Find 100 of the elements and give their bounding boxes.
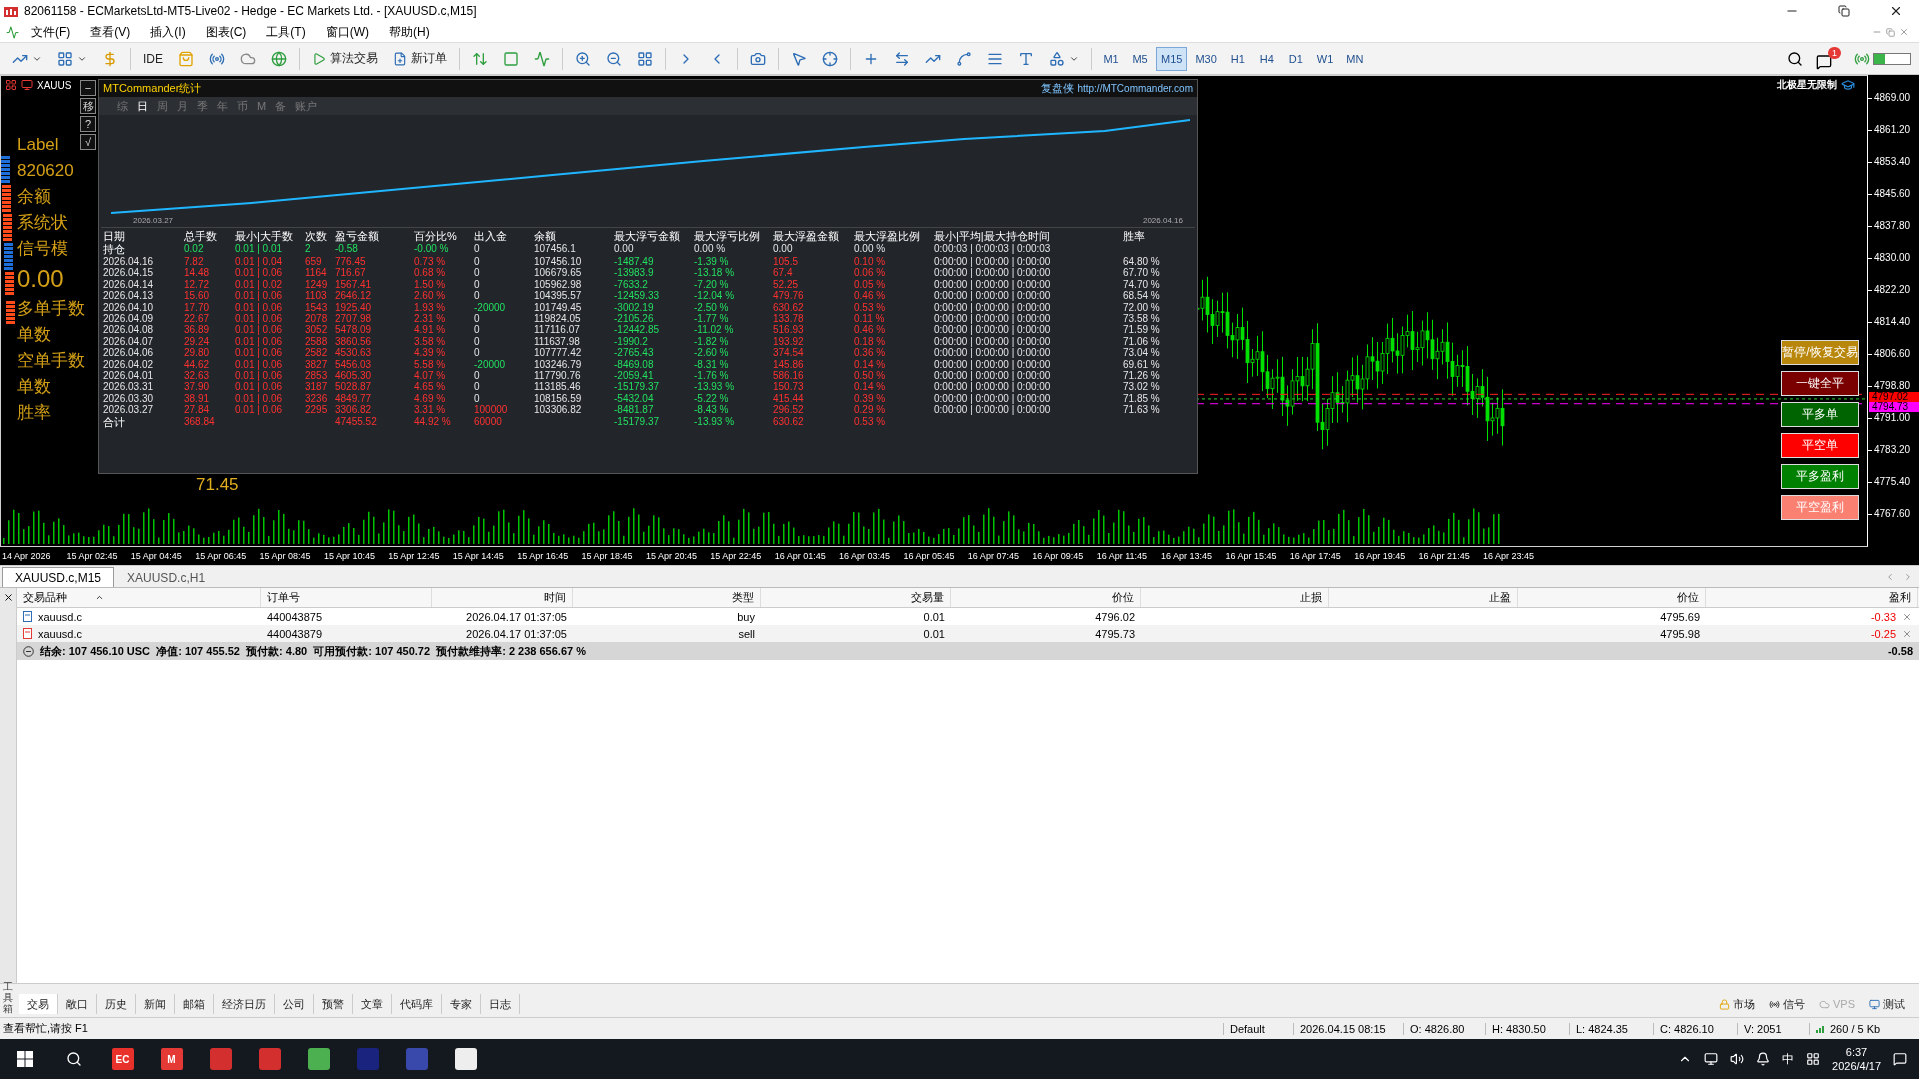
table-cell-text: -13.93 %: [694, 381, 736, 393]
toolbox-tab[interactable]: 历史: [97, 994, 136, 1014]
panel-tool-button[interactable]: 移: [80, 98, 96, 114]
crosshair-icon: [822, 50, 838, 67]
table-cell-text: 0.18 %: [854, 335, 887, 348]
column-header[interactable]: 止盈: [1329, 588, 1518, 607]
period-tab[interactable]: 日: [137, 98, 148, 114]
trade-action-button[interactable]: 平多盈利: [1781, 464, 1859, 489]
toolbox-tab[interactable]: 经济日历: [214, 994, 275, 1014]
timeframe-button[interactable]: W1: [1311, 46, 1339, 71]
volume-value: V: 2051: [1737, 1022, 1809, 1035]
shapes-icon: [1049, 50, 1065, 67]
timeframe-button[interactable]: M5: [1127, 46, 1153, 71]
menu-item[interactable]: 查看(V): [82, 23, 139, 41]
menu-item[interactable]: 文件(F): [23, 23, 79, 41]
table-cell-text: 3187: [305, 381, 329, 393]
service-link[interactable]: 信号: [1769, 994, 1805, 1014]
panel-title: MTCommander统计: [103, 81, 203, 96]
column-header[interactable]: 时间: [432, 588, 573, 607]
panel-tool-button[interactable]: −: [80, 80, 96, 96]
menu-item[interactable]: 图表(C): [197, 23, 255, 41]
menu-item[interactable]: 帮助(H): [381, 23, 438, 41]
column-header[interactable]: 止损: [1141, 588, 1329, 607]
notification-button[interactable]: 1: [1816, 47, 1841, 70]
toolbox-tab[interactable]: 文章: [353, 994, 392, 1014]
table-cell-text: 107777.42: [534, 347, 583, 359]
panel-tool-button[interactable]: √: [80, 134, 96, 150]
indicator-label: 0.00: [17, 264, 64, 294]
table-cell-text: 29.24: [184, 335, 211, 348]
table-cell-text: -2059.41: [614, 370, 655, 382]
column-header[interactable]: 类型: [573, 588, 761, 607]
column-header[interactable]: 订单号: [261, 588, 432, 607]
search-icon[interactable]: [1787, 50, 1803, 67]
toolbox-label[interactable]: 工具箱: [3, 981, 13, 1014]
column-header[interactable]: 盈利: [1706, 588, 1918, 607]
website-link[interactable]: http://MTCommander.com: [1077, 83, 1193, 94]
new-order-button[interactable]: 新订单: [387, 45, 453, 72]
collapse-icon[interactable]: [23, 645, 34, 657]
taskbar-app-icon[interactable]: [307, 1048, 330, 1070]
clock[interactable]: 6:37 2026/4/17: [1832, 1045, 1881, 1073]
close-icon[interactable]: [2, 592, 14, 603]
time-label: 16 Apr 09:45: [1032, 551, 1085, 561]
timeframe-button[interactable]: D1: [1282, 46, 1309, 71]
panel-tool-button[interactable]: ?: [80, 116, 96, 132]
table-cell-text: 44.62: [184, 358, 211, 371]
price-label: 4767.60: [1868, 509, 1919, 519]
table-cell-text: 4605.30: [335, 370, 373, 382]
position-row[interactable]: xauusd.c 440043879 2026.04.17 01:37:05 sell 0.01 4795.73 4795.98 -0.25: [17, 625, 1919, 642]
table-cell-text: 12.72: [184, 278, 211, 291]
notification-icon[interactable]: [1756, 1052, 1771, 1066]
toolbox-tab[interactable]: 预警: [314, 994, 353, 1014]
input-method[interactable]: 中: [1782, 1050, 1795, 1068]
timeframe-button[interactable]: M1: [1098, 46, 1124, 71]
table-cell-text: -15179.37: [614, 415, 661, 429]
timeframe-button[interactable]: H4: [1253, 46, 1280, 71]
menu-item[interactable]: 工具(T): [258, 23, 314, 41]
chart-menu-icon[interactable]: [6, 25, 19, 39]
service-link[interactable]: 测试: [1869, 994, 1905, 1014]
toolbox-tab[interactable]: 新闻: [136, 994, 175, 1014]
chart-tab[interactable]: XAUUSD.c,M15: [2, 567, 115, 587]
toolbox-tab[interactable]: 敞口: [58, 994, 97, 1014]
timeframe-button[interactable]: M15: [1156, 46, 1188, 71]
column-header[interactable]: 交易量: [761, 588, 951, 607]
chart-tab[interactable]: XAUUSD.c,H1: [114, 567, 219, 587]
table-cell-text: 72.00 %: [1123, 301, 1161, 314]
timeframe-button[interactable]: MN: [1341, 46, 1369, 71]
column-header[interactable]: 价位: [1518, 588, 1706, 607]
service-link[interactable]: 市场: [1719, 994, 1755, 1014]
toolbox-tab[interactable]: 公司: [275, 994, 314, 1014]
network-icon[interactable]: [1704, 1052, 1719, 1066]
toolbox-tab[interactable]: 代码库: [392, 994, 442, 1014]
action-center-icon[interactable]: [1893, 1052, 1907, 1066]
column-header[interactable]: 价位: [951, 588, 1141, 607]
table-cell-text: 103306.82: [534, 404, 583, 416]
table-cell-text: 0.01 | 0.06: [235, 392, 284, 405]
table-cell-text: 0: [474, 347, 481, 359]
volume-icon[interactable]: [1730, 1052, 1745, 1066]
timeframe-button[interactable]: M30: [1190, 46, 1222, 71]
table-cell-text: -2.60 %: [694, 347, 730, 359]
taskbar-app-icon[interactable]: [454, 1048, 477, 1070]
algo-trading-button[interactable]: 算法交易: [306, 45, 384, 72]
column-header[interactable]: 交易品种: [17, 588, 261, 607]
trade-action-button[interactable]: 平空单: [1781, 433, 1859, 458]
menu-item[interactable]: 插入(I): [142, 23, 194, 41]
trade-action-button[interactable]: 平多单: [1781, 402, 1859, 427]
timeframe-button[interactable]: H1: [1224, 46, 1251, 71]
ide-button[interactable]: IDE: [137, 45, 169, 72]
text-icon: [1018, 50, 1034, 67]
toolbox-tab[interactable]: 交易: [19, 994, 58, 1014]
taskbar-app[interactable]: M: [160, 1048, 183, 1070]
trade-action-button[interactable]: 一键全平: [1781, 371, 1859, 396]
taskbar-app[interactable]: EC: [111, 1048, 134, 1070]
menu-item[interactable]: 窗口(W): [317, 23, 377, 41]
toolbox-tab[interactable]: 日志: [481, 994, 520, 1014]
chart-list-icon[interactable]: [5, 79, 17, 91]
toolbox-tab[interactable]: 邮箱: [175, 994, 214, 1014]
table-cell-text: 0:00:00 | 0:00:00 | 0:00:00: [934, 347, 1052, 359]
column-header: 盈亏金额: [335, 230, 380, 243]
toolbox-tab[interactable]: 专家: [442, 994, 481, 1014]
traffic-value: 260 / 5 Kb: [1809, 1022, 1919, 1035]
